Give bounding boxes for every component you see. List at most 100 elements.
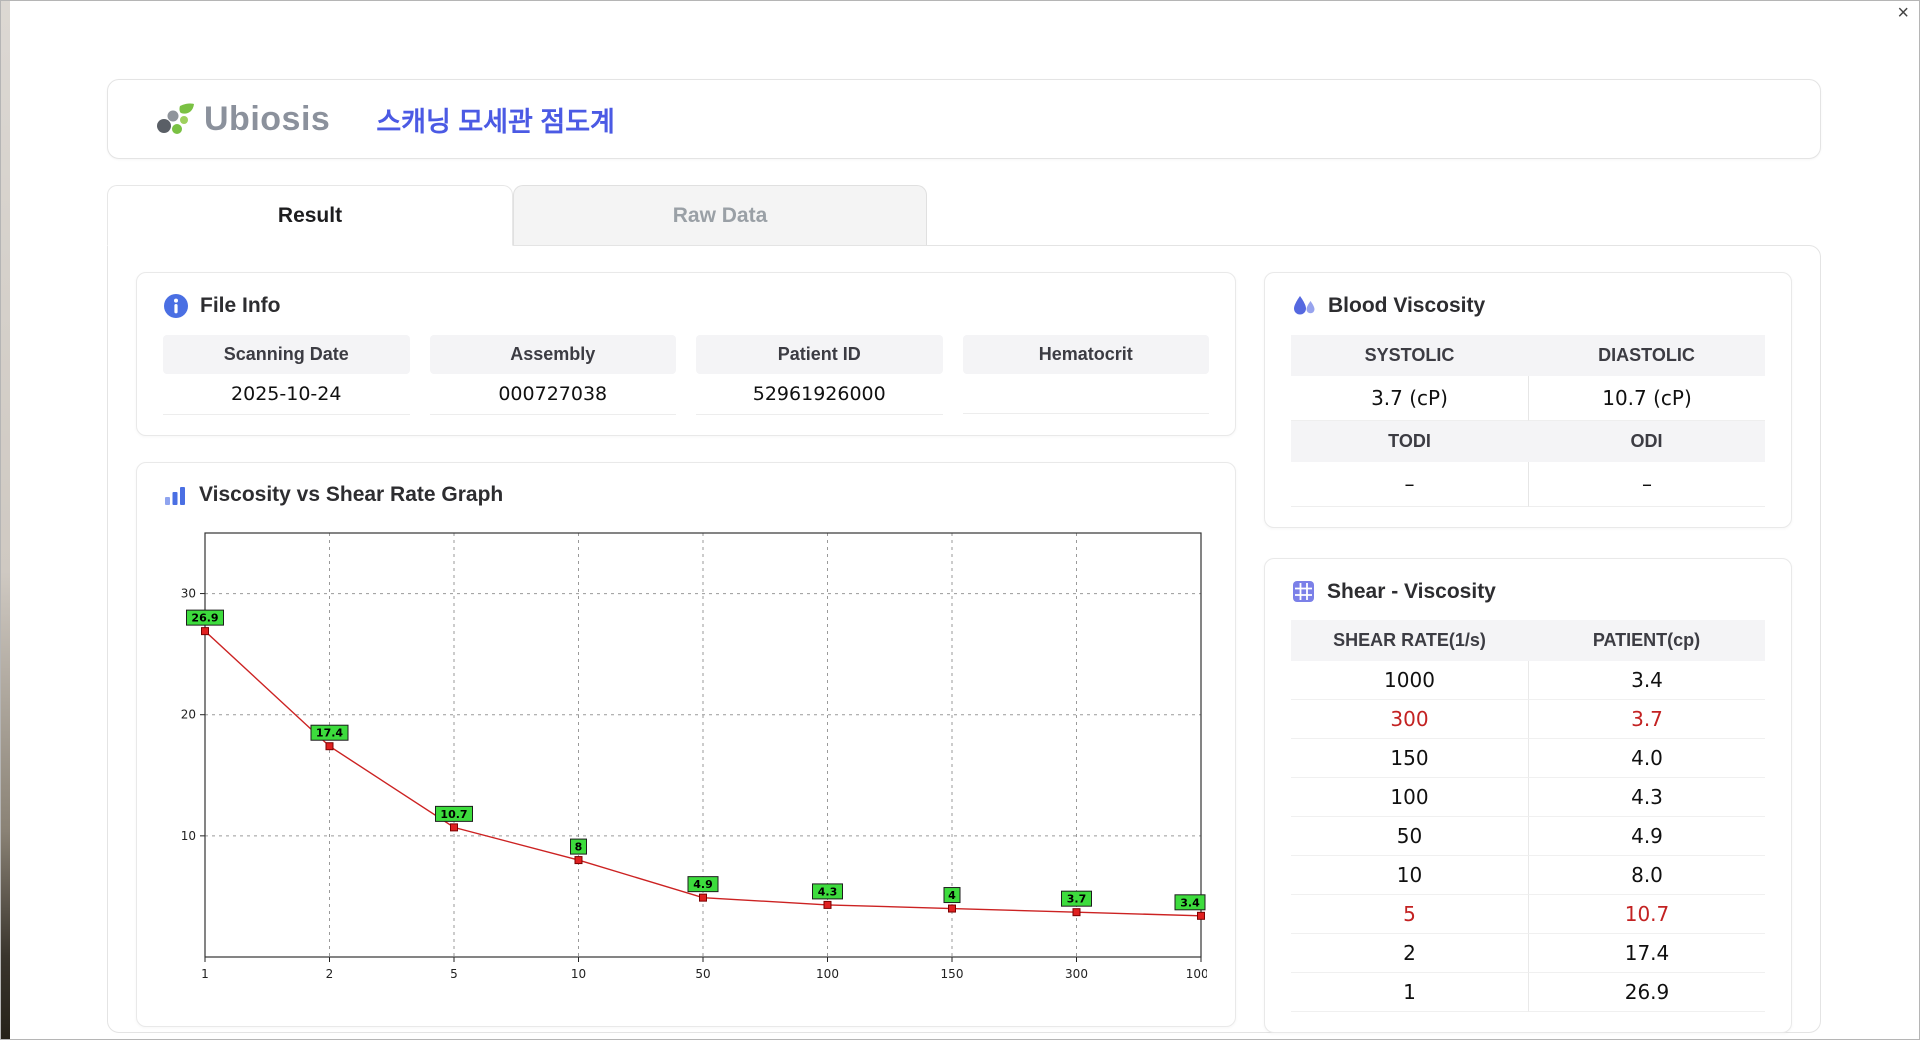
result-panel: File Info Scanning Date 2025-10-24 Assembl… <box>107 245 1821 1033</box>
data-point-label: 4.3 <box>818 885 838 898</box>
shear-viscosity-title: Shear - Viscosity <box>1327 579 1496 603</box>
shear-rate-cell: 1 <box>1291 973 1528 1012</box>
shear-viscosity-header: Shear - Viscosity <box>1291 579 1765 604</box>
bar-chart-icon <box>165 487 185 505</box>
shear-table: SHEAR RATE(1/s) PATIENT(cp) 1000 3.4 300 3.… <box>1291 620 1765 1012</box>
x-tick-label: 5 <box>450 967 458 981</box>
patient-cell: 4.0 <box>1528 739 1765 778</box>
patient-column-header: PATIENT(cp) <box>1528 620 1765 661</box>
data-point-marker <box>450 823 458 832</box>
tab-bar: Result Raw Data <box>107 185 1821 246</box>
data-point-marker <box>325 742 334 751</box>
blood-viscosity-label: DIASTOLIC <box>1528 335 1765 376</box>
file-info-card: File Info Scanning Date 2025-10-24 Assembl… <box>136 272 1236 436</box>
blood-viscosity-label: TODI <box>1291 421 1528 462</box>
brand-logo: Ubiosis <box>150 96 330 142</box>
header-bar: Ubiosis 스캐닝 모세관 점도계 <box>107 79 1821 159</box>
tab-raw-data[interactable]: Raw Data <box>513 185 927 245</box>
file-info-title: File Info <box>200 294 281 317</box>
graph-card: Viscosity vs Shear Rate Graph 10 20 30 1 2 5 1… <box>136 462 1236 1027</box>
patient-cell: 4.9 <box>1528 817 1765 856</box>
x-tick-label: 50 <box>695 967 710 981</box>
blood-viscosity-label: SYSTOLIC <box>1291 335 1528 376</box>
right-column: Blood Viscosity SYSTOLIC DIASTOLIC 3.7 (cP… <box>1264 272 1792 1033</box>
file-info-field-label: Hematocrit <box>962 335 1209 374</box>
shear-rate-cell: 1000 <box>1291 661 1528 700</box>
data-point-marker <box>1072 908 1081 917</box>
data-point-label: 4 <box>948 889 956 902</box>
file-info-header: File Info <box>163 293 1209 319</box>
data-point-label: 3.4 <box>1180 896 1200 909</box>
blood-viscosity-header: Blood Viscosity <box>1291 293 1765 319</box>
y-tick-label: 20 <box>181 708 196 722</box>
patient-cell: 17.4 <box>1528 934 1765 973</box>
brand-logo-icon <box>157 103 194 134</box>
file-info-field-label: Assembly <box>429 335 676 374</box>
blood-viscosity-card: Blood Viscosity SYSTOLIC DIASTOLIC 3.7 (cP… <box>1264 272 1792 528</box>
data-point-marker <box>948 904 956 913</box>
x-tick-label: 10 <box>571 967 586 981</box>
x-tick-label: 150 <box>941 967 964 981</box>
data-point-label: 3.7 <box>1067 893 1087 906</box>
shear-rate-cell: 2 <box>1291 934 1528 973</box>
left-column: File Info Scanning Date 2025-10-24 Assembl… <box>136 272 1236 1027</box>
shear-rate-column-header: SHEAR RATE(1/s) <box>1291 620 1528 661</box>
graph-title: Viscosity vs Shear Rate Graph <box>199 483 504 506</box>
blood-viscosity-grid: SYSTOLIC DIASTOLIC 3.7 (cP) 10.7 (cP) TODI OD… <box>1291 335 1765 507</box>
shear-rate-cell: 150 <box>1291 739 1528 778</box>
tab-result[interactable]: Result <box>107 185 513 246</box>
blood-viscosity-value: 3.7 (cP) <box>1291 376 1528 421</box>
data-point-marker <box>699 893 707 902</box>
file-info-field-label: Patient ID <box>696 335 943 374</box>
x-tick-label: 100 <box>816 967 839 981</box>
file-info-field-value: 2025-10-24 <box>163 374 410 415</box>
data-point-label: 26.9 <box>191 612 218 625</box>
data-point-label: 10.7 <box>440 808 467 821</box>
file-info-field-value <box>962 374 1209 414</box>
file-info-field-value: 000727038 <box>429 374 676 415</box>
brand-logo-text: Ubiosis <box>204 99 331 138</box>
graph-header: Viscosity vs Shear Rate Graph <box>163 483 1209 507</box>
shear-rate-cell: 300 <box>1291 700 1528 739</box>
info-icon <box>164 294 188 318</box>
data-point-label: 8 <box>575 841 583 854</box>
x-tick-label: 2 <box>326 967 334 981</box>
shear-rate-cell: 10 <box>1291 856 1528 895</box>
app-title: 스캐닝 모세관 점도계 <box>376 106 615 137</box>
file-info-column: Patient ID 52961926000 <box>696 335 943 415</box>
data-point-label: 4.9 <box>693 878 713 891</box>
shear-rate-cell: 100 <box>1291 778 1528 817</box>
x-tick-label: 1000 <box>1186 967 1207 981</box>
droplet-icon <box>1294 296 1315 315</box>
file-info-field-value: 52961926000 <box>696 374 943 415</box>
patient-cell: 3.7 <box>1528 700 1765 739</box>
y-tick-label: 30 <box>181 587 196 601</box>
blood-viscosity-value: – <box>1291 462 1528 507</box>
data-point-marker <box>1197 911 1205 920</box>
blood-viscosity-title: Blood Viscosity <box>1328 294 1486 317</box>
data-point-marker <box>574 856 583 865</box>
blood-viscosity-label: ODI <box>1528 421 1765 462</box>
patient-cell: 10.7 <box>1528 895 1765 934</box>
app-window: × Ubiosis 스캐닝 모세관 점도계 Result Raw Data Fi… <box>0 0 1920 1040</box>
y-tick-label: 10 <box>181 829 196 843</box>
file-info-field-label: Scanning Date <box>163 335 410 374</box>
shear-rate-cell: 5 <box>1291 895 1528 934</box>
patient-cell: 8.0 <box>1528 856 1765 895</box>
viscosity-chart: 10 20 30 1 2 5 10 50 100 150 300 1000 26.9 17.4 10.7 8 4… <box>181 532 1216 981</box>
file-info-column: Assembly 000727038 <box>429 335 676 415</box>
data-point-marker <box>201 627 209 636</box>
patient-cell: 4.3 <box>1528 778 1765 817</box>
shear-rate-cell: 50 <box>1291 817 1528 856</box>
x-tick-label: 1 <box>201 967 209 981</box>
close-button[interactable]: × <box>1897 3 1909 23</box>
x-tick-label: 300 <box>1065 967 1088 981</box>
grid-table-icon <box>1293 581 1314 602</box>
patient-cell: 26.9 <box>1528 973 1765 1012</box>
file-info-column: Hematocrit <box>962 335 1209 415</box>
blood-viscosity-value: – <box>1528 462 1765 507</box>
data-point-label: 17.4 <box>316 727 343 740</box>
chart-area: 10 20 30 1 2 5 10 50 100 150 300 1000 26.9 17.4 10.7 8 4… <box>163 523 1216 1006</box>
blood-viscosity-value: 10.7 (cP) <box>1528 376 1765 421</box>
main-content: Ubiosis 스캐닝 모세관 점도계 Result Raw Data File <box>107 79 1821 1033</box>
